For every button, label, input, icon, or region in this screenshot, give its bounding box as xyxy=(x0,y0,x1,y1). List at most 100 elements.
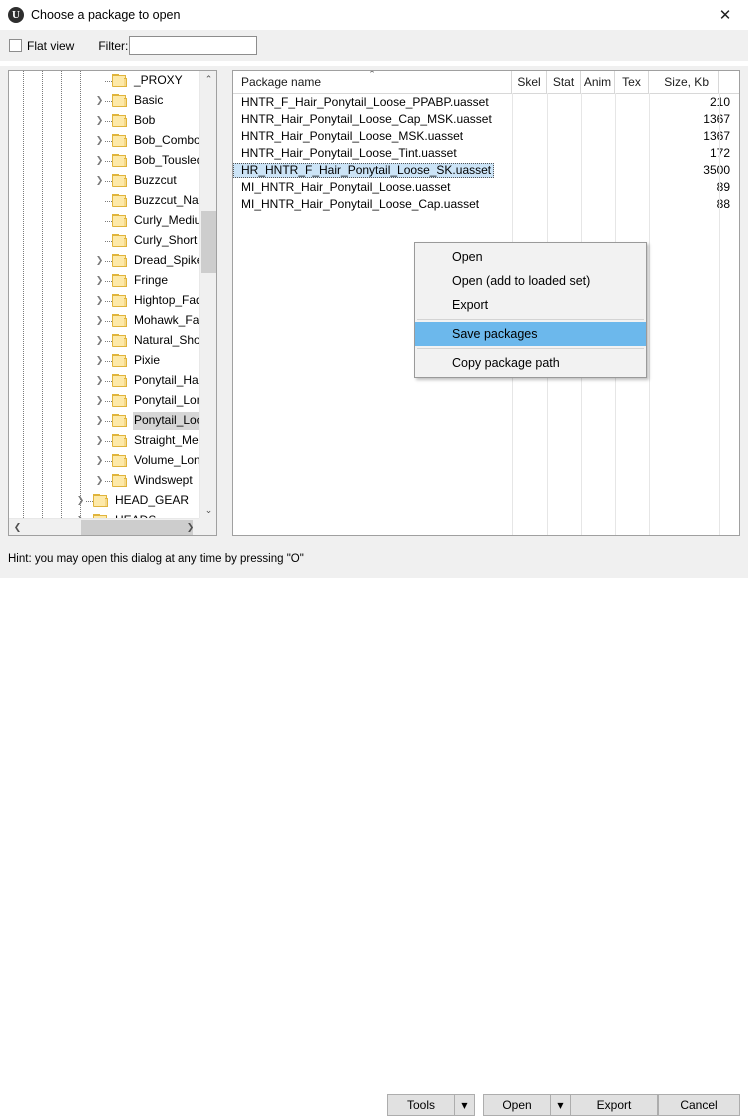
tree-item-curly_short[interactable]: Curly_Short xyxy=(9,231,199,251)
context-menu[interactable]: Open Open (add to loaded set) Export Save p… xyxy=(414,242,647,378)
tree-hscroll-thumb[interactable] xyxy=(81,520,193,535)
tree-item-fringe[interactable]: ❯ Fringe xyxy=(9,271,199,291)
table-row[interactable]: HR_HNTR_F_Hair_Ponytail_Loose_SK.uasset 3… xyxy=(233,162,739,179)
scroll-left-icon[interactable]: ❮ xyxy=(9,519,26,536)
tree-item-ponytail_halfup[interactable]: ❯ Ponytail_Halfup xyxy=(9,371,199,391)
tree-item-hightop_fade[interactable]: ❯ Hightop_Fade xyxy=(9,291,199,311)
tree-item-label: Windswept xyxy=(134,473,193,487)
chevron-right-icon[interactable]: ❯ xyxy=(94,276,105,287)
column-header-name[interactable]: Package name ⌃ xyxy=(233,71,512,93)
chevron-right-icon[interactable]: ❯ xyxy=(94,296,105,307)
column-header-stat[interactable]: Stat xyxy=(547,71,581,93)
folder-icon xyxy=(112,134,128,148)
chevron-right-icon[interactable]: ❯ xyxy=(94,436,105,447)
tree-item-label: Bob xyxy=(134,113,156,127)
package-name-cell: HNTR_Hair_Ponytail_Loose_Cap_MSK.uasset xyxy=(241,112,492,126)
tools-button[interactable]: Tools ▼ xyxy=(387,1094,475,1116)
menu-item-open-add-to-loaded-set[interactable]: Open (add to loaded set) xyxy=(415,269,646,293)
package-name-cell: HNTR_Hair_Ponytail_Loose_MSK.uasset xyxy=(241,129,464,143)
column-header-label: Skel xyxy=(517,75,541,89)
tree-vertical-scrollbar[interactable]: ⌃ ⌄ xyxy=(199,71,216,519)
column-header-size[interactable]: Size, Kb xyxy=(649,71,719,93)
column-header-skel[interactable]: Skel xyxy=(512,71,547,93)
tree-leaf-spacer xyxy=(94,216,105,227)
chevron-right-icon[interactable]: ❯ xyxy=(94,116,105,127)
tree-item-buzzcut_natural[interactable]: Buzzcut_Natural xyxy=(9,191,199,211)
tree-item-straight_medium[interactable]: ❯ Straight_Medium xyxy=(9,431,199,451)
chevron-right-icon[interactable]: ❯ xyxy=(94,456,105,467)
column-header-anim[interactable]: Anim xyxy=(581,71,615,93)
scroll-up-icon[interactable]: ⌃ xyxy=(200,71,217,88)
table-row[interactable]: MI_HNTR_Hair_Ponytail_Loose.uasset 89 xyxy=(233,179,739,196)
tree-horizontal-scrollbar[interactable]: ❮ ❯ xyxy=(9,518,199,535)
tree-item-natural_short[interactable]: ❯ Natural_Short xyxy=(9,331,199,351)
tree-item-volume_long[interactable]: ❯ Volume_Long xyxy=(9,451,199,471)
flat-view-checkbox[interactable]: Flat view xyxy=(9,39,74,53)
tree-item-windswept[interactable]: ❯ Windswept xyxy=(9,471,199,491)
folder-icon xyxy=(112,454,128,468)
tree-item-bob_combover[interactable]: ❯ Bob_Combover xyxy=(9,131,199,151)
tree-vscroll-thumb[interactable] xyxy=(201,211,216,273)
export-button[interactable]: Export xyxy=(570,1094,658,1116)
filter-input[interactable] xyxy=(129,36,258,55)
folder-icon xyxy=(112,434,128,448)
folder-icon xyxy=(112,474,128,488)
window-title: Choose a package to open xyxy=(31,8,181,22)
package-name-cell: HR_HNTR_F_Hair_Ponytail_Loose_SK.uasset xyxy=(233,163,495,178)
tree-item-buzzcut[interactable]: ❯ Buzzcut xyxy=(9,171,199,191)
table-row[interactable]: HNTR_Hair_Ponytail_Loose_MSK.uasset 1367 xyxy=(233,128,739,145)
tree-item-ponytail_loose[interactable]: ❯ Ponytail_Loose xyxy=(9,411,199,431)
chevron-right-icon[interactable]: ❯ xyxy=(94,476,105,487)
close-icon[interactable]: ✕ xyxy=(702,0,748,30)
chevron-down-icon[interactable]: ▼ xyxy=(455,1101,474,1110)
package-name-cell: MI_HNTR_Hair_Ponytail_Loose_Cap.uasset xyxy=(241,197,480,211)
tree-item-dread_spikes[interactable]: ❯ Dread_Spikes xyxy=(9,251,199,271)
package-size-cell: 1367 xyxy=(703,112,730,126)
chevron-right-icon[interactable]: ❯ xyxy=(94,316,105,327)
column-header-tex[interactable]: Tex xyxy=(615,71,649,93)
checkbox-box[interactable] xyxy=(9,39,22,52)
chevron-right-icon[interactable]: ❯ xyxy=(94,416,105,427)
unreal-logo-icon: U xyxy=(8,7,24,23)
scroll-down-icon[interactable]: ⌄ xyxy=(200,502,217,519)
scroll-right-icon[interactable]: ❯ xyxy=(182,519,199,536)
tree-item-pixie[interactable]: ❯ Pixie xyxy=(9,351,199,371)
table-row[interactable]: HNTR_Hair_Ponytail_Loose_Cap_MSK.uasset 1… xyxy=(233,111,739,128)
chevron-right-icon[interactable]: ❯ xyxy=(94,136,105,147)
menu-item-save-packages[interactable]: Save packages xyxy=(415,322,646,346)
table-row[interactable]: HNTR_Hair_Ponytail_Loose_Tint.uasset 172 xyxy=(233,145,739,162)
tree-item-_proxy[interactable]: _PROXY xyxy=(9,71,199,91)
menu-item-open[interactable]: Open xyxy=(415,245,646,269)
column-header-label: Stat xyxy=(552,75,575,89)
button-label: Cancel xyxy=(680,1098,718,1112)
table-row[interactable]: HNTR_F_Hair_Ponytail_Loose_PPABP.uasset 2… xyxy=(233,94,739,111)
tree-viewport[interactable]: _PROXY ❯ Basic ❯ Bob ❯ Bob_Combover ❯ Bob_Tousle… xyxy=(9,71,199,519)
chevron-right-icon[interactable]: ❯ xyxy=(75,496,86,507)
chevron-right-icon[interactable]: ❯ xyxy=(94,176,105,187)
chevron-right-icon[interactable]: ❯ xyxy=(94,376,105,387)
chevron-right-icon[interactable]: ❯ xyxy=(94,336,105,347)
chevron-down-icon[interactable]: ▼ xyxy=(551,1101,570,1110)
tree-item-ponytail_long[interactable]: ❯ Ponytail_Long xyxy=(9,391,199,411)
table-row[interactable]: MI_HNTR_Hair_Ponytail_Loose_Cap.uasset 88 xyxy=(233,196,739,213)
tree-item-mohawk_fade[interactable]: ❯ Mohawk_Fade xyxy=(9,311,199,331)
cancel-button[interactable]: Cancel xyxy=(658,1094,740,1116)
chevron-right-icon[interactable]: ❯ xyxy=(94,396,105,407)
tree-item-label: Buzzcut xyxy=(134,173,177,187)
chevron-right-icon[interactable]: ❯ xyxy=(94,256,105,267)
menu-item-copy-package-path[interactable]: Copy package path xyxy=(415,351,646,375)
tree-item-head_gear[interactable]: ❯ HEAD_GEAR xyxy=(9,491,199,511)
tree-item-bob_tousled[interactable]: ❯ Bob_Tousled xyxy=(9,151,199,171)
open-button[interactable]: Open ▼ xyxy=(483,1094,571,1116)
tree-item-basic[interactable]: ❯ Basic xyxy=(9,91,199,111)
chevron-right-icon[interactable]: ❯ xyxy=(94,356,105,367)
package-name-cell: MI_HNTR_Hair_Ponytail_Loose.uasset xyxy=(241,180,451,194)
tree-item-curly_medium[interactable]: Curly_Medium xyxy=(9,211,199,231)
folder-icon xyxy=(112,294,128,308)
chevron-right-icon[interactable]: ❯ xyxy=(94,96,105,107)
menu-item-export[interactable]: Export xyxy=(415,293,646,317)
chevron-right-icon[interactable]: ❯ xyxy=(94,156,105,167)
tree-connector-line xyxy=(105,320,112,322)
tree-item-bob[interactable]: ❯ Bob xyxy=(9,111,199,131)
list-body[interactable]: HNTR_F_Hair_Ponytail_Loose_PPABP.uasset 2… xyxy=(233,94,739,213)
